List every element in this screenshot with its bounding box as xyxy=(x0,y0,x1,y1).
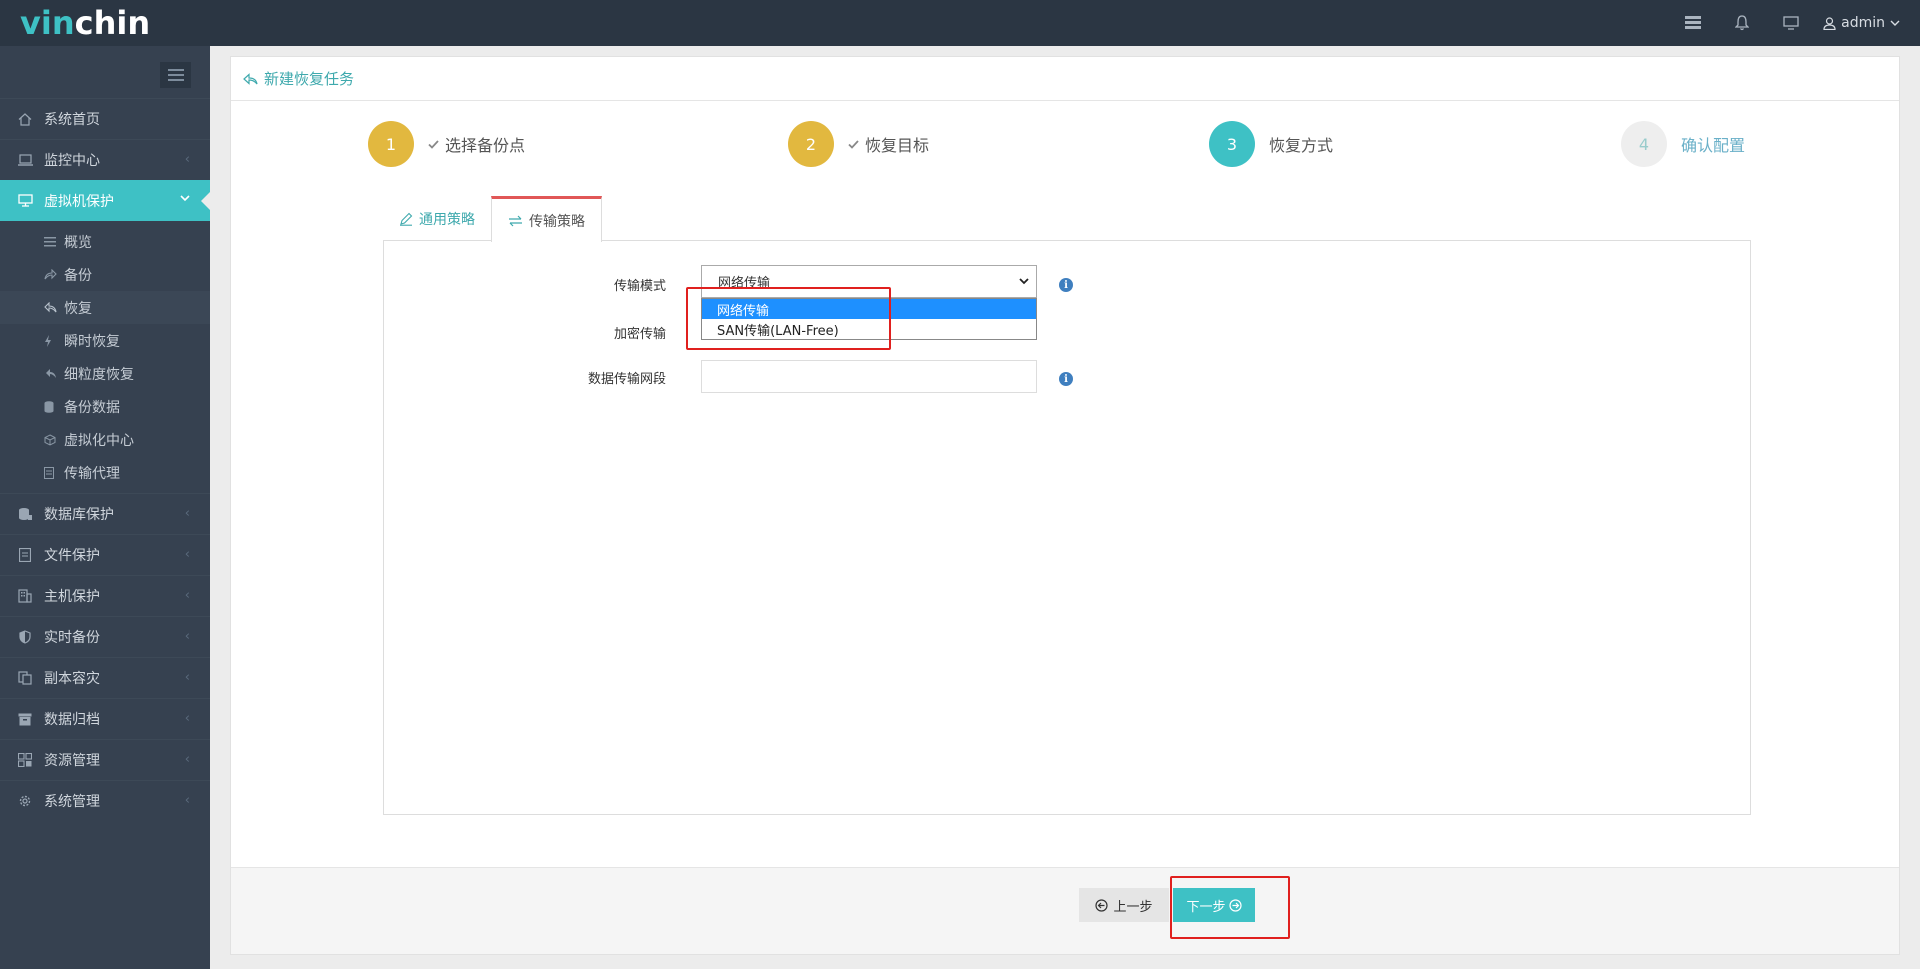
chevron-left-icon: ‹ xyxy=(184,752,190,767)
highlight-box-next xyxy=(1170,876,1290,939)
sidebar-subitem-restore[interactable]: 恢复 xyxy=(0,291,210,324)
tab-general-policy[interactable]: 通用策略 xyxy=(383,196,491,241)
tab-transfer-policy[interactable]: 传输策略 xyxy=(491,196,602,242)
gear-icon xyxy=(16,794,34,808)
step-number: 3 xyxy=(1209,121,1255,167)
sidebar-item-home[interactable]: 系统首页 xyxy=(0,98,210,139)
chevron-left-icon: ‹ xyxy=(184,793,190,808)
step-number: 4 xyxy=(1621,121,1667,167)
desktop-icon xyxy=(16,194,34,207)
bell-icon[interactable] xyxy=(1717,0,1766,46)
vinchin-logo[interactable]: vinchin xyxy=(20,4,150,42)
cube-icon xyxy=(44,433,58,446)
chevron-left-icon: ‹ xyxy=(184,152,190,167)
sidebar-item-replica-dr[interactable]: 副本容灾 ‹ xyxy=(0,657,210,698)
step-1[interactable]: 1 选择备份点 xyxy=(368,121,525,167)
flash-icon xyxy=(44,334,58,347)
sidebar-item-host-protection[interactable]: 主机保护 ‹ xyxy=(0,575,210,616)
sidebar-item-realtime-backup[interactable]: 实时备份 ‹ xyxy=(0,616,210,657)
sidebar-subitem-granular-restore[interactable]: 细粒度恢复 xyxy=(0,357,210,390)
circle-arrow-left-icon xyxy=(1095,898,1109,912)
share-icon xyxy=(44,269,58,280)
info-icon[interactable]: i xyxy=(1059,372,1073,386)
step-2[interactable]: 2 恢复目标 xyxy=(788,121,929,167)
sidebar-item-file-protection[interactable]: 文件保护 ‹ xyxy=(0,534,210,575)
chevron-left-icon: ‹ xyxy=(184,588,190,603)
sidebar-item-vm-protection[interactable]: 虚拟机保护 xyxy=(0,180,210,221)
sidebar-item-monitor[interactable]: 监控中心 ‹ xyxy=(0,139,210,180)
user-menu[interactable]: admin xyxy=(1823,15,1900,31)
home-icon xyxy=(16,112,34,126)
laptop-icon xyxy=(16,154,34,166)
transfer-mode-label: 传输模式 xyxy=(613,279,666,294)
menu-icon xyxy=(167,69,184,81)
sidebar-item-system-management[interactable]: 系统管理 ‹ xyxy=(0,780,210,821)
username: admin xyxy=(1841,15,1885,31)
sidebar-item-resource-management[interactable]: 资源管理 ‹ xyxy=(0,739,210,780)
transfer-segment-input[interactable] xyxy=(701,360,1037,393)
shield-icon xyxy=(16,630,34,644)
sidebar: 系统首页 监控中心 ‹ 虚拟机保护 概览 备份 恢复 瞬时恢复 细粒度恢复 备份… xyxy=(0,46,210,969)
highlight-box-dropdown xyxy=(686,287,891,350)
database-icon xyxy=(44,400,58,413)
transfer-segment-label: 数据传输网段 xyxy=(587,372,666,387)
archive-icon xyxy=(16,713,34,726)
transfer-policy-content: 传输模式 网络传输 网络传输 SAN传输(LAN-Free) i 加密传输 数据… xyxy=(383,240,1751,815)
sidebar-subitem-backup[interactable]: 备份 xyxy=(0,258,210,291)
restore-task-panel: 新建恢复任务 1 选择备份点 2 恢复目标 3 恢复方式 4 确认配置 通用策略… xyxy=(230,56,1900,955)
server-icon xyxy=(44,466,58,479)
chevron-left-icon: ‹ xyxy=(184,711,190,726)
vm-protection-submenu: 概览 备份 恢复 瞬时恢复 细粒度恢复 备份数据 虚拟化中心 传输代理 xyxy=(0,221,210,493)
panel-header: 新建恢复任务 xyxy=(231,57,1899,101)
user-icon xyxy=(1823,16,1836,30)
edit-icon xyxy=(400,212,413,226)
exchange-icon xyxy=(509,215,522,226)
info-icon[interactable]: i xyxy=(1059,278,1073,292)
chevron-down-icon xyxy=(180,191,190,206)
reply-all-icon xyxy=(44,368,58,379)
step-number: 1 xyxy=(368,121,414,167)
list-icon xyxy=(44,236,58,247)
sidebar-subitem-overview[interactable]: 概览 xyxy=(0,225,210,258)
copy-icon xyxy=(16,671,34,685)
chevron-left-icon: ‹ xyxy=(184,506,190,521)
panel-footer: 上一步 下一步 xyxy=(231,867,1899,954)
sidebar-subitem-transfer-proxy[interactable]: 传输代理 xyxy=(0,456,210,489)
top-bar: vinchin admin xyxy=(0,0,1920,46)
database-stack-icon xyxy=(16,507,34,521)
step-number: 2 xyxy=(788,121,834,167)
chevron-left-icon: ‹ xyxy=(184,670,190,685)
monitor-icon[interactable] xyxy=(1766,0,1815,46)
sidebar-subitem-backup-data[interactable]: 备份数据 xyxy=(0,390,210,423)
chevron-left-icon: ‹ xyxy=(184,629,190,644)
reply-icon xyxy=(44,302,58,313)
sidebar-subitem-virtualization-center[interactable]: 虚拟化中心 xyxy=(0,423,210,456)
file-icon xyxy=(16,548,34,562)
reply-icon xyxy=(243,72,258,85)
chevron-left-icon: ‹ xyxy=(184,547,190,562)
task-list-icon[interactable] xyxy=(1668,0,1717,46)
chevron-down-icon xyxy=(1890,20,1900,26)
building-icon xyxy=(16,589,34,603)
chevron-down-icon xyxy=(1019,278,1029,285)
check-icon xyxy=(848,139,859,149)
strategy-tabs: 通用策略 传输策略 xyxy=(383,196,602,242)
wizard-steps: 1 选择备份点 2 恢复目标 3 恢复方式 4 确认配置 xyxy=(231,121,1901,171)
prev-step-button[interactable]: 上一步 xyxy=(1079,888,1169,922)
page-title: 新建恢复任务 xyxy=(264,70,355,88)
sidebar-item-data-archive[interactable]: 数据归档 ‹ xyxy=(0,698,210,739)
sidebar-item-database-protection[interactable]: 数据库保护 ‹ xyxy=(0,493,210,534)
sidebar-toggle-button[interactable] xyxy=(160,62,191,88)
sidebar-subitem-instant-restore[interactable]: 瞬时恢复 xyxy=(0,324,210,357)
step-4[interactable]: 4 确认配置 xyxy=(1621,121,1745,167)
check-icon xyxy=(428,139,439,149)
step-3[interactable]: 3 恢复方式 xyxy=(1209,121,1333,167)
encrypt-transfer-label: 加密传输 xyxy=(613,327,666,342)
grid-icon xyxy=(16,753,34,767)
